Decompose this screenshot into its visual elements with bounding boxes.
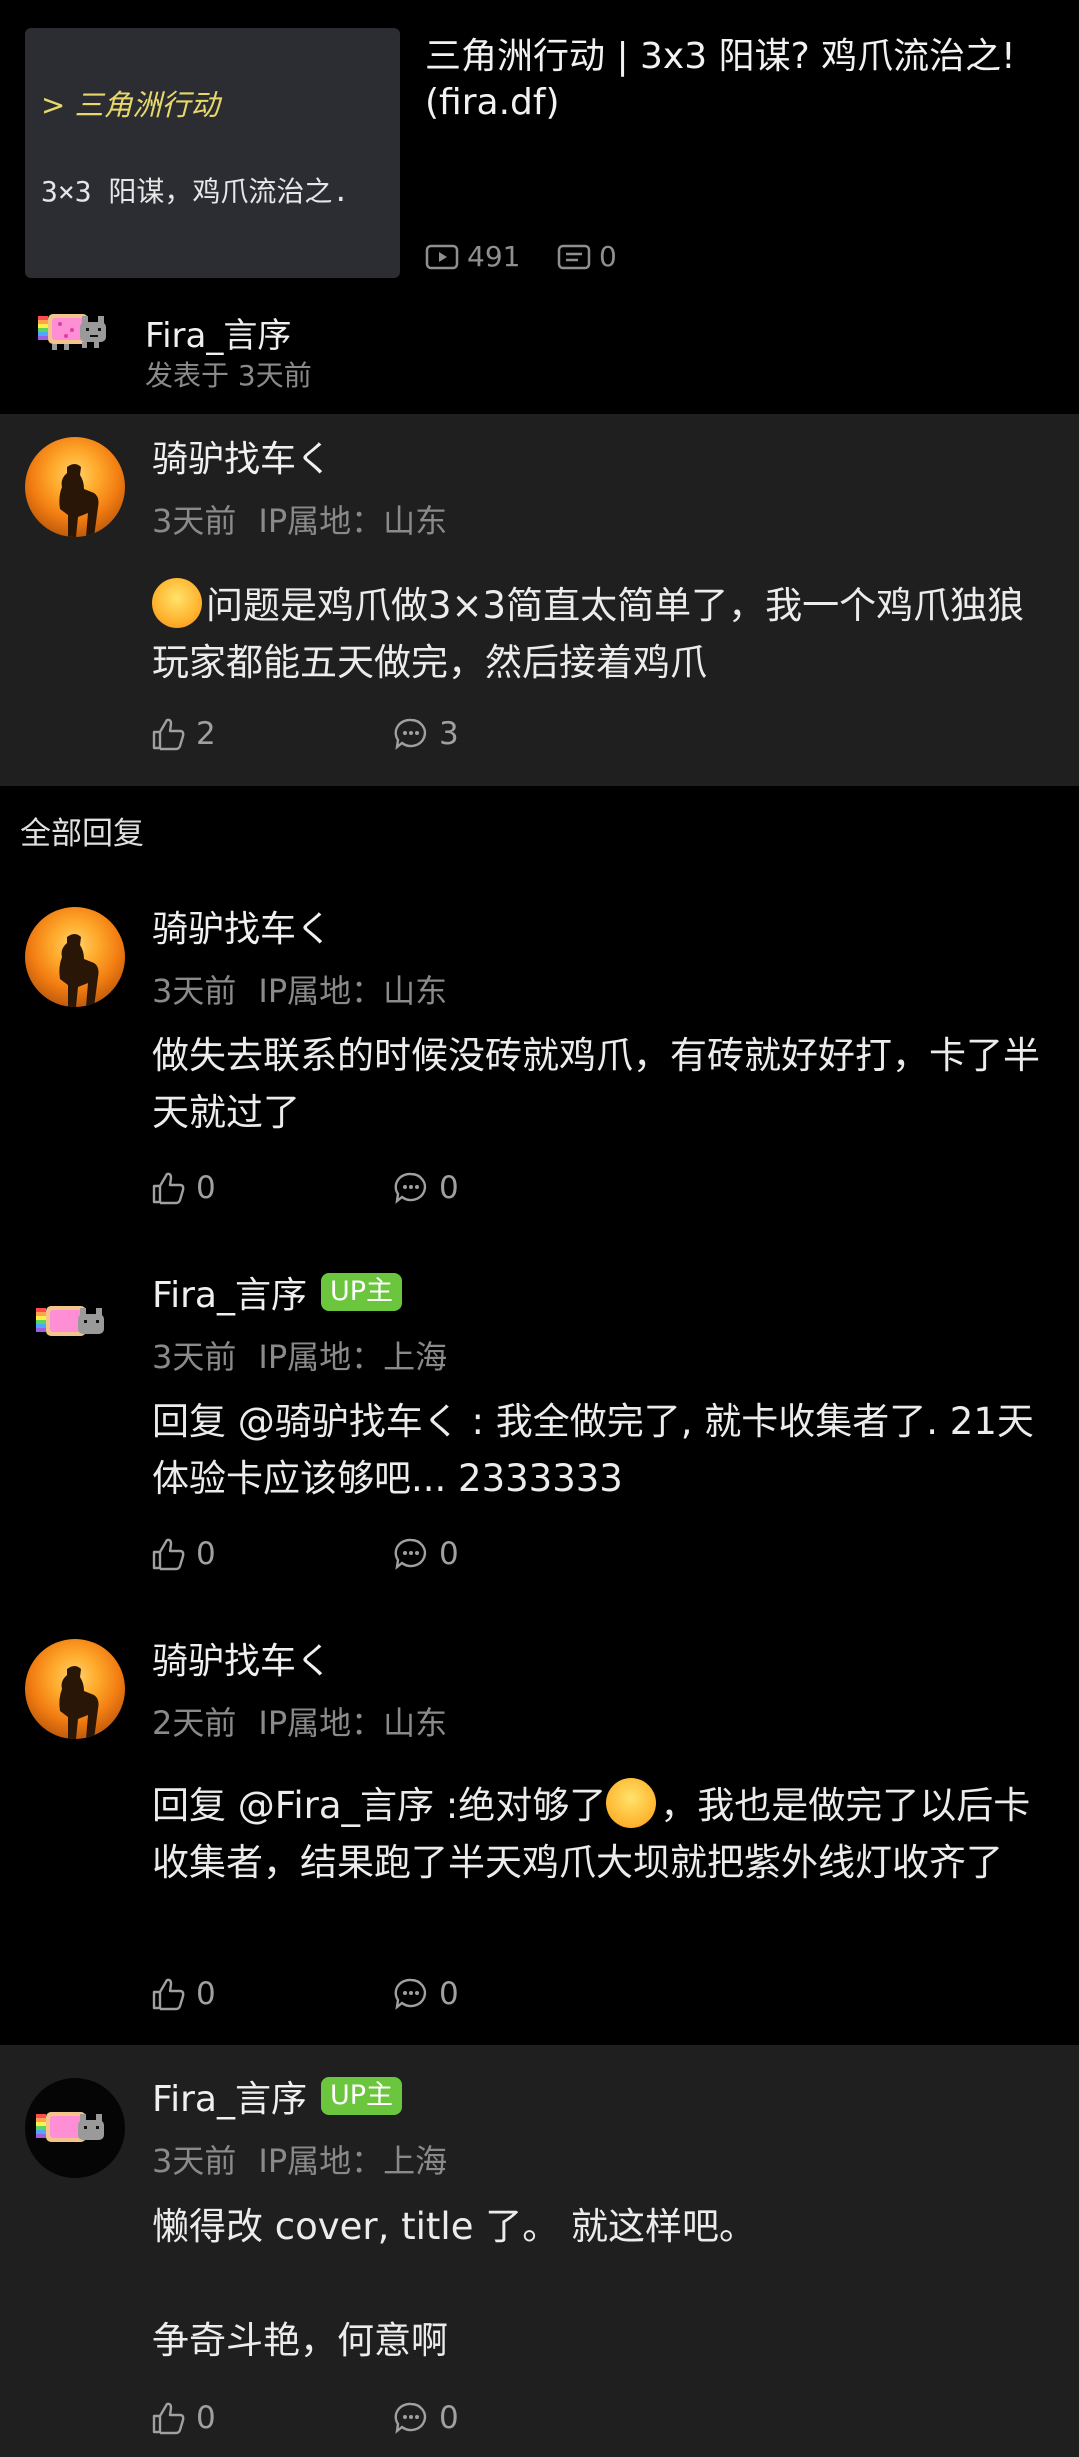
comment-meta: 3天前 IP属地：山东 <box>152 496 447 542</box>
reply-text-part: 回复 @Fira_言序 :绝对够了 <box>152 1784 607 1827</box>
uploader-text-line1: 懒得改 cover, title 了。 就这样吧。 <box>152 2205 756 2248</box>
reply-count: 3 <box>439 716 459 752</box>
reply-username[interactable]: 骑驴找车く <box>152 900 332 952</box>
thumbs-up-icon <box>152 2402 185 2435</box>
like-count: 2 <box>196 716 216 752</box>
comment-text-body: 问题是鸡爪做3×3简直太简单了，我一个鸡爪独狼玩家都能五天做完，然后接着鸡爪 <box>152 584 1025 684</box>
reply-count: 0 <box>439 1170 459 1206</box>
video-title[interactable]: 三角洲行动 | 3x3 阳谋? 鸡爪流治之! (fira.df) <box>425 34 1055 126</box>
user-avatar[interactable] <box>25 1639 125 1739</box>
rider-silhouette-icon <box>59 1666 99 1739</box>
uploader-ip: IP属地：上海 <box>258 2142 448 2180</box>
user-avatar[interactable] <box>25 1272 125 1372</box>
reply-button[interactable]: 0 <box>393 1536 459 1572</box>
reply-bubble-icon <box>394 1538 427 1570</box>
reply-button[interactable]: 0 <box>393 1170 459 1206</box>
reply-count: 0 <box>439 1536 459 1572</box>
reply-meta: 2天前 IP属地：山东 <box>152 1698 447 1744</box>
reply-bubble-icon <box>394 2402 427 2434</box>
like-button[interactable]: 2 <box>150 716 216 752</box>
rider-silhouette-icon <box>59 464 99 537</box>
reply-username-row[interactable]: Fira_言序 UP主 <box>152 1266 402 1318</box>
reply-ip: IP属地：山东 <box>258 1704 448 1742</box>
uploader-badge: UP主 <box>320 2077 402 2115</box>
video-thumbnail[interactable]: > 三角洲行动 3×3 阳谋，鸡爪流治之. <box>25 28 400 278</box>
reply-count: 0 <box>439 1976 459 2012</box>
uploader-badge: UP主 <box>320 1273 402 1311</box>
all-replies-heading: 全部回复 <box>20 816 144 852</box>
like-count: 0 <box>196 2400 216 2436</box>
thumbnail-tag: > 三角洲行动 <box>41 88 220 122</box>
crying-laughing-emoji-icon <box>606 1778 657 1828</box>
reply-text: 回复 @Fira_言序 :绝对够了 ，我也是做完了以后卡收集者，结果跑了半天鸡爪大… <box>152 1777 1052 1891</box>
uploader-time: 3天前 <box>152 2142 237 2180</box>
reply-ip: IP属地：上海 <box>258 1338 448 1376</box>
reply-time: 3天前 <box>152 1338 237 1376</box>
like-button[interactable]: 0 <box>150 1536 216 1572</box>
reply-text: 回复 @骑驴找车く : 我全做完了, 就卡收集者了. 21天体验卡应该够吧...… <box>152 1400 1034 1500</box>
comment-text: 问题是鸡爪做3×3简直太简单了，我一个鸡爪独狼玩家都能五天做完，然后接着鸡爪 <box>152 577 1052 691</box>
view-count-label: 491 <box>467 240 521 273</box>
nyan-cat-icon <box>36 2112 104 2142</box>
nyan-cat-icon <box>36 1306 104 1336</box>
reply-time: 3天前 <box>152 972 237 1010</box>
danmaku-count-label: 0 <box>599 240 617 273</box>
comment-ip: IP属地：山东 <box>258 502 448 540</box>
thumbs-up-icon <box>152 1538 185 1571</box>
comment-time: 3天前 <box>152 502 237 540</box>
reply-bubble-icon <box>394 1172 427 1204</box>
thumbnail-subtitle: 3×3 阳谋，鸡爪流治之. <box>41 175 350 208</box>
thumbs-up-icon <box>152 1172 185 1205</box>
reply-button[interactable]: 3 <box>393 716 459 752</box>
reply-meta: 3天前 IP属地：山东 <box>152 966 447 1012</box>
thumbs-up-icon <box>152 1978 185 2011</box>
reply-meta: 3天前 IP属地：上海 <box>152 1332 447 1378</box>
reply-button[interactable]: 0 <box>393 1976 459 2012</box>
like-button[interactable]: 0 <box>150 1976 216 2012</box>
drooling-emoji-icon <box>152 578 202 628</box>
view-count: 491 <box>425 240 520 273</box>
like-count: 0 <box>196 1536 216 1572</box>
user-avatar[interactable] <box>25 2078 125 2178</box>
comment-username[interactable]: 骑驴找车く <box>152 430 332 482</box>
like-count: 0 <box>196 1170 216 1206</box>
user-avatar[interactable] <box>25 437 125 537</box>
reply-username[interactable]: 骑驴找车く <box>152 1632 332 1684</box>
reply-username[interactable]: Fira_言序 <box>152 1266 307 1318</box>
like-button[interactable]: 0 <box>150 1170 216 1206</box>
reply-bubble-icon <box>394 1978 427 2010</box>
play-count-icon <box>425 244 459 269</box>
reply-ip: IP属地：山东 <box>258 972 448 1010</box>
user-avatar[interactable] <box>25 907 125 1007</box>
reply-text: 做失去联系的时候没砖就鸡爪，有砖就好好打，卡了半天就过了 <box>152 1034 1040 1134</box>
like-count: 0 <box>196 1976 216 2012</box>
reply-time: 2天前 <box>152 1704 237 1742</box>
danmaku-count: 0 <box>557 240 617 273</box>
reply-bubble-icon <box>394 718 427 750</box>
uploader-meta: 3天前 IP属地：上海 <box>152 2136 447 2182</box>
reply-button[interactable]: 0 <box>393 2400 459 2436</box>
reply-count: 0 <box>439 2400 459 2436</box>
danmaku-icon <box>557 244 591 269</box>
uploader-username[interactable]: Fira_言序 <box>152 2070 307 2122</box>
thumbs-up-icon <box>152 718 185 751</box>
rider-silhouette-icon <box>59 934 99 1007</box>
uploader-text-line2: 争奇斗艳，何意啊 <box>152 2319 448 2362</box>
author-name[interactable]: Fira_言序 <box>145 308 291 357</box>
nyan-cat-icon <box>38 314 106 350</box>
like-button[interactable]: 0 <box>150 2400 216 2436</box>
uploader-username-row[interactable]: Fira_言序 UP主 <box>152 2070 402 2122</box>
post-time: 发表于 3天前 <box>145 359 312 392</box>
author-avatar[interactable] <box>38 300 116 364</box>
